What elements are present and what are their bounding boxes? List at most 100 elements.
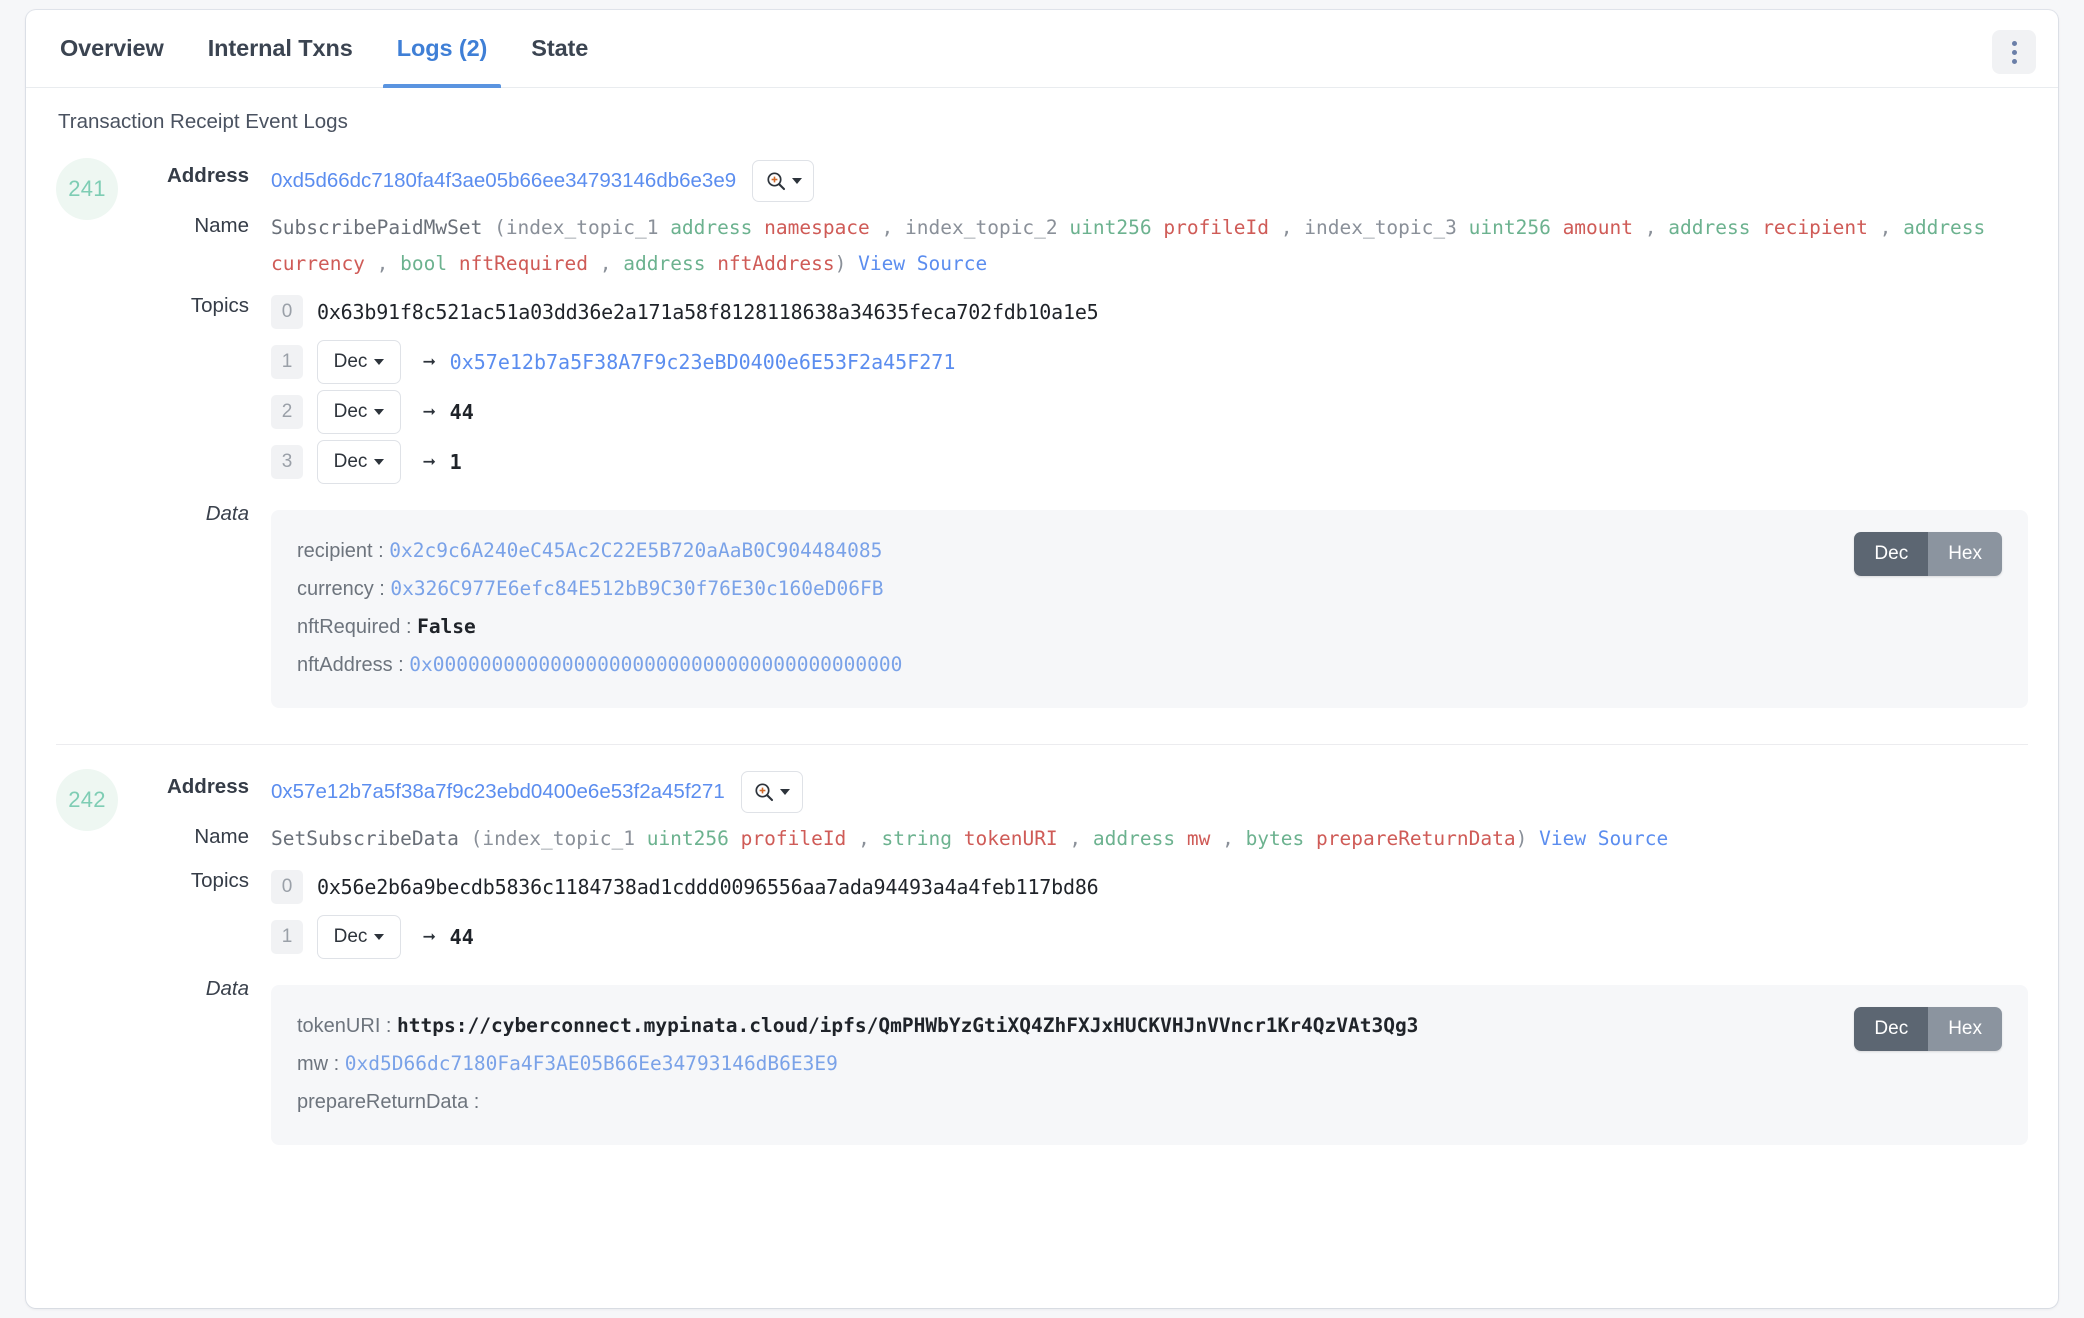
signature-token-idx: index_topic_2 [905,216,1058,239]
data-value[interactable]: 0xd5D66dc7180Fa4F3AE05B66Ee34793146dB6E3… [345,1052,838,1075]
chevron-down-icon [374,934,385,940]
signature-token-param: nftAddress [717,252,835,275]
arrow-right-icon: ➞ [423,450,436,474]
signature-token-param: amount [1562,216,1634,239]
data-value: False [417,615,476,638]
view-source-link[interactable]: View Source [858,252,987,275]
kebab-dot-icon [2011,40,2017,46]
tab-bar: Overview Internal Txns Logs (2) State [26,10,2058,88]
data-label: Data [205,502,249,525]
signature-punctuation: , [858,827,882,850]
data-panel: tokenURI : https://cyberconnect.mypinata… [271,985,2028,1145]
topic-decoded-value: 1 [449,450,462,474]
tab-internal-txns[interactable]: Internal Txns [186,10,375,88]
signature-token-type: address [1903,216,1986,239]
tab-logs-2[interactable]: Logs (2) [375,10,510,88]
topic-decoded-value: 44 [449,925,474,949]
signature-token-type: address [1668,216,1751,239]
signature-token-idx: index_topic_3 [1304,216,1457,239]
arrow-right-icon: ➞ [423,400,436,424]
event-signature: SetSubscribeData (index_topic_1 uint256 … [271,827,1669,850]
data-value[interactable]: 0x2c9c6A240eC45Ac2C22E5B720aAaB0C9044840… [389,539,882,562]
data-label: Data [205,977,249,1000]
topic-format-select[interactable]: Dec [317,915,401,959]
topic-decoded-value[interactable]: 0x57e12b7a5F38A7F9c23eBD0400e6E53F2a45F2… [450,350,956,374]
signature-punctuation: , [1644,216,1669,239]
topic-index: 2 [271,395,303,429]
kebab-dot-icon [2011,49,2017,55]
data-format-dec-button[interactable]: Dec [1854,532,1929,576]
data-key: tokenURI : [297,1015,398,1037]
address-field: Address 0x57e12b7a5f38a7f9c23ebd0400e6e53… [56,771,2028,813]
signature-token-param: profileId [1163,216,1270,239]
data-format-hex-button[interactable]: Hex [1928,532,2002,576]
data-format-dec-button[interactable]: Dec [1854,1007,1929,1051]
section-title: Transaction Receipt Event Logs [58,110,348,133]
chevron-down-icon [374,409,385,415]
signature-punctuation: , [1280,216,1305,239]
log-entry: 241 Address 0xd5d66dc7180fa4f3ae05b66ee347… [26,134,2058,726]
signature-token-param: currency [271,252,365,275]
signature-token-param: mw [1186,827,1211,850]
tab-overview[interactable]: Overview [38,10,186,88]
signature-token-param: recipient [1762,216,1868,239]
topic-hash-value: 0x63b91f8c521ac51a03dd36e2a171a58f812811… [317,300,1099,324]
signature-punctuation: , [1879,216,1904,239]
topic-format-select[interactable]: Dec [317,440,401,484]
kebab-dot-icon [2011,58,2017,64]
address-lookup-button[interactable] [752,160,815,202]
data-key: nftRequired : [297,616,418,638]
more-options-button[interactable] [1992,30,2036,74]
data-format-hex-button[interactable]: Hex [1928,1007,2002,1051]
signature-token-type: uint256 [1468,216,1551,239]
data-key: prepareReturnData : [297,1091,480,1113]
data-panel: recipient : 0x2c9c6A240eC45Ac2C22E5B720a… [271,510,2028,708]
data-value[interactable]: 0x326C977E6efc84E512bB9C30f76E30c160eD06… [390,577,883,600]
tab-state[interactable]: State [509,10,610,88]
data-value[interactable]: 0x00000000000000000000000000000000000000… [409,653,902,676]
signature-punctuation: , [376,252,401,275]
contract-address-link[interactable]: 0x57e12b7a5f38a7f9c23ebd0400e6e53f2a45f2… [271,780,725,804]
log-entry: 242 Address 0x57e12b7a5f38a7f9c23ebd0400e6… [26,745,2058,1163]
arrow-right-icon: ➞ [423,925,436,949]
signature-token-param: tokenURI [963,827,1058,850]
contract-address-link[interactable]: 0xd5d66dc7180fa4f3ae05b66ee34793146db6e3… [271,169,736,193]
signature-punctuation: , [599,252,624,275]
tab-list: Overview Internal Txns Logs (2) State [38,10,610,88]
topic-row: 3 Dec ➞ 1 [271,440,2028,484]
topic-index: 1 [271,345,303,379]
topic-format-value: Dec [333,926,368,947]
topic-index: 0 [271,295,303,329]
signature-punctuation: , [1069,827,1093,850]
signature-punctuation: , [881,216,906,239]
view-source-link[interactable]: View Source [1539,827,1668,850]
data-key: recipient : [297,540,390,562]
data-field: Data recipient : 0x2c9c6A240eC45Ac2C22E5B… [56,498,2028,708]
topic-format-select[interactable]: Dec [317,390,401,434]
signature-token-type: address [623,252,706,275]
topic-row: 1 Dec ➞ 44 [271,915,2028,959]
name-field: Name SetSubscribeData (index_topic_1 uint… [56,821,2028,857]
arrow-right-icon: ➞ [423,350,436,374]
topics-list: 0 0x56e2b6a9becdb5836c1184738ad1cddd00965… [271,865,2028,965]
event-signature: SubscribePaidMwSet (index_topic_1 addres… [271,216,1986,275]
topics-list: 0 0x63b91f8c521ac51a03dd36e2a171a58f81281… [271,290,2028,490]
log-index-badge: 241 [56,158,118,220]
magnifier-icon [755,783,774,802]
signature-token-type: bytes [1245,827,1305,850]
signature-token-param: prepareReturnData [1316,827,1516,850]
signature-token-idx: index_topic_1 [505,216,659,239]
topic-format-value: Dec [333,351,368,372]
chevron-down-icon [374,459,385,465]
topic-format-select[interactable]: Dec [317,340,401,384]
event-name: SubscribePaidMwSet [271,216,483,239]
topic-decoded-value: 44 [449,400,474,424]
data-row: tokenURI : https://cyberconnect.mypinata… [297,1007,2002,1045]
topic-hash-value: 0x56e2b6a9becdb5836c1184738ad1cddd009655… [317,875,1099,899]
signature-token-type: address [670,216,753,239]
signature-token-param: profileId [740,827,847,850]
data-row: nftAddress : 0x0000000000000000000000000… [297,646,2002,684]
address-lookup-button[interactable] [740,771,803,813]
topic-format-value: Dec [333,401,368,422]
logs-card: Overview Internal Txns Logs (2) State Trans… [26,10,2058,1308]
